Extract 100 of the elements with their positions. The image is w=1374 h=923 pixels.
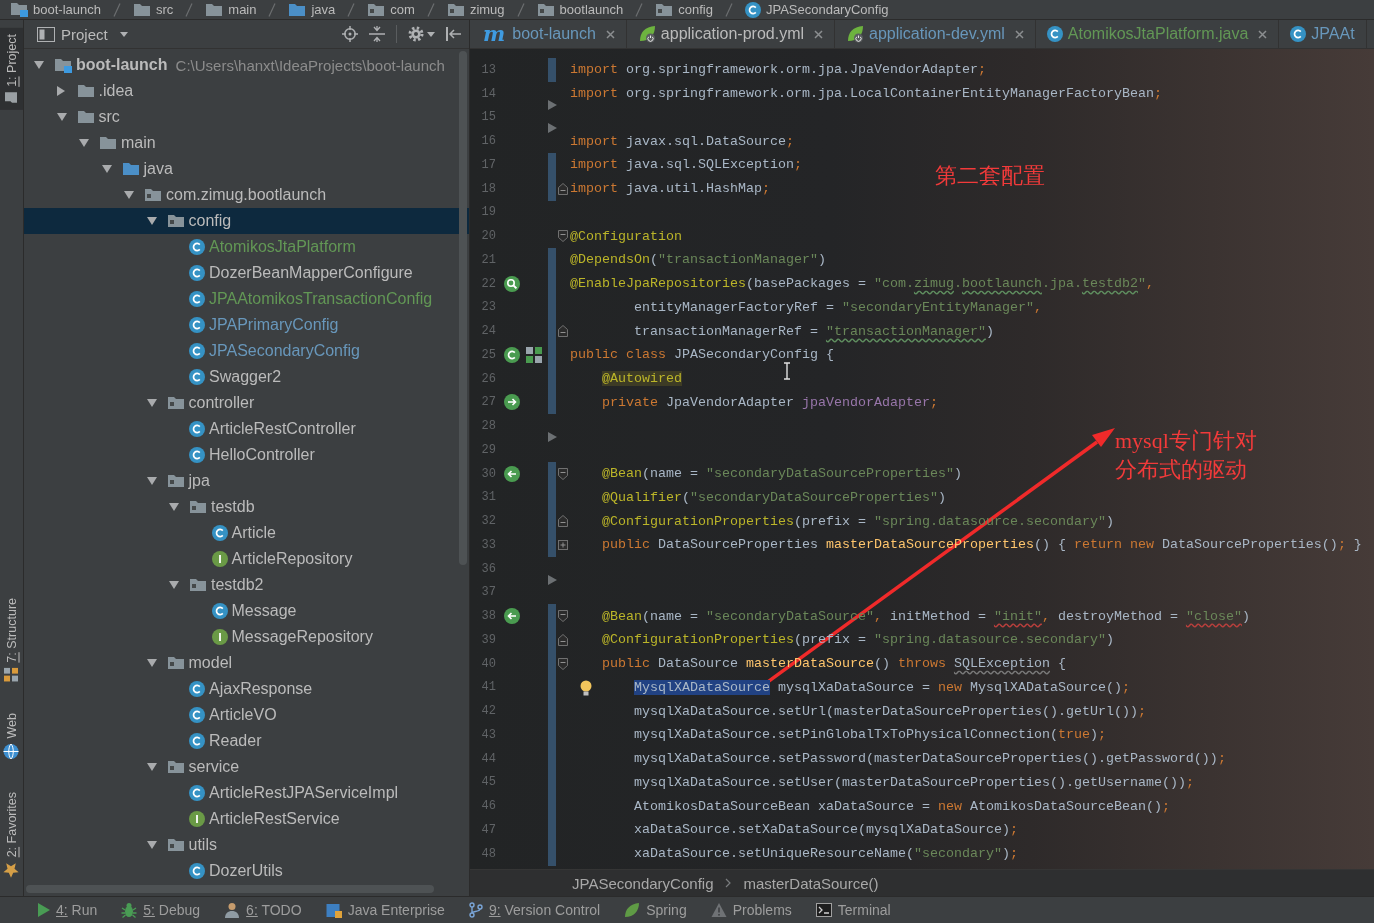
tree-item[interactable]: java	[24, 156, 469, 182]
tool-window-button[interactable]: Spring	[612, 897, 699, 923]
tree-item[interactable]: ArticleVO	[24, 702, 469, 728]
fold-minus-icon[interactable]	[558, 610, 568, 623]
triangle-marker-icon[interactable]	[548, 99, 557, 110]
editor-tab[interactable]: AtomikosJtaPlatform.java	[1035, 20, 1280, 48]
tree-item[interactable]: AjaxResponse	[24, 676, 469, 702]
breadcrumb-item[interactable]: config	[655, 2, 713, 17]
editor-tab[interactable]: JPAAt	[1279, 20, 1367, 48]
triangle-marker-icon[interactable]	[548, 432, 557, 442]
tree-item[interactable]: DozerUtils	[24, 858, 469, 884]
tool-window-button[interactable]: 5: Debug	[109, 897, 213, 923]
tree-item[interactable]: .idea	[24, 78, 469, 104]
close-icon[interactable]	[605, 29, 615, 39]
tree-item[interactable]: MessageRepository	[24, 624, 469, 650]
change-bar[interactable]	[548, 390, 556, 415]
tree-item[interactable]: ArticleRepository	[24, 546, 469, 572]
editor-tab[interactable]: application-prod.yml	[626, 20, 836, 48]
breadcrumb-item[interactable]: JPASecondaryConfig	[744, 1, 889, 18]
disclosure-triangle-icon[interactable]	[169, 581, 179, 589]
disclosure-triangle-icon[interactable]	[146, 477, 157, 485]
fold-minus-icon[interactable]	[558, 657, 568, 670]
tree-item[interactable]: main	[24, 130, 469, 156]
fold-minus-icon[interactable]	[558, 633, 568, 646]
tree-item[interactable]: utils	[24, 832, 469, 858]
close-icon[interactable]	[814, 29, 824, 39]
disclosure-triangle-icon[interactable]	[146, 763, 157, 771]
breadcrumb-item[interactable]: bootlaunch	[536, 2, 624, 17]
tree-item[interactable]: Article	[24, 520, 469, 546]
tool-window-button[interactable]: 4: Run	[26, 897, 110, 923]
tree-item[interactable]: DozerBeanMapperConfigure	[24, 260, 469, 286]
breadcrumb-item[interactable]: JPASecondaryConfig	[572, 874, 714, 892]
tree-item[interactable]: ArticleRestController	[24, 416, 469, 442]
tree-item[interactable]: src	[24, 104, 469, 130]
breadcrumb-item[interactable]: main	[205, 2, 257, 17]
disclosure-triangle-icon[interactable]	[146, 659, 157, 667]
disclosure-triangle-icon[interactable]	[79, 139, 89, 147]
tree-item[interactable]: JPAAtomikosTransactionConfig	[24, 286, 469, 312]
collapse-all-icon[interactable]	[369, 26, 385, 42]
tree-item[interactable]: JPASecondaryConfig	[24, 338, 469, 364]
tree-item[interactable]: config	[24, 208, 469, 234]
disclosure-triangle-icon[interactable]	[56, 113, 67, 121]
tool-window-tab[interactable]: 1: Project	[0, 28, 23, 110]
tool-window-button[interactable]: 9: Version Control	[456, 897, 613, 923]
tree-item[interactable]: service	[24, 754, 469, 780]
tool-window-button[interactable]: Terminal	[803, 897, 903, 923]
caret-icon[interactable]	[427, 31, 435, 37]
tool-window-button[interactable]: 6: TODO	[212, 897, 314, 923]
breadcrumb-item[interactable]: boot-launch	[10, 2, 101, 17]
close-icon[interactable]	[1258, 29, 1268, 39]
tool-window-tab[interactable]: Web	[0, 707, 23, 766]
disclosure-triangle-icon[interactable]	[146, 841, 157, 849]
breadcrumb-item[interactable]: com	[367, 2, 415, 17]
disclosure-triangle-icon[interactable]	[34, 61, 44, 69]
fold-minus-icon[interactable]	[558, 515, 568, 528]
tree-item[interactable]: JPAPrimaryConfig	[24, 312, 469, 338]
tree-item[interactable]: AtomikosJtaPlatform	[24, 234, 469, 260]
tree-item[interactable]: Reader	[24, 728, 469, 754]
disclosure-triangle-icon[interactable]	[146, 217, 157, 225]
tree-item[interactable]: boot-launch C:\Users\hanxt\IdeaProjects\boot-launch	[24, 52, 469, 78]
gear-icon[interactable]	[408, 26, 424, 42]
disclosure-triangle-icon[interactable]	[169, 503, 179, 511]
tree-item[interactable]: Swagger2	[24, 364, 469, 390]
tree-item[interactable]: HelloController	[24, 442, 469, 468]
tool-window-button[interactable]: Java Enterprise	[313, 897, 457, 923]
disclosure-triangle-icon[interactable]	[146, 399, 157, 407]
view-dropdown[interactable]: Project	[61, 25, 128, 43]
crosshair-icon[interactable]	[342, 26, 358, 42]
arrow-left-bar-icon[interactable]	[446, 27, 462, 41]
tree-item[interactable]: Message	[24, 598, 469, 624]
vertical-scrollbar[interactable]	[459, 51, 467, 565]
tool-window-tab[interactable]: 7: Structure	[0, 591, 23, 688]
tool-window-tab[interactable]: 2: Favorites	[0, 785, 23, 884]
tree-item[interactable]: ArticleRestService	[24, 806, 469, 832]
breadcrumb-item[interactable]: src	[132, 2, 174, 17]
breadcrumb-item[interactable]: java	[288, 2, 336, 17]
tree-item[interactable]: controller	[24, 390, 469, 416]
tree-item[interactable]: jpa	[24, 468, 469, 494]
editor-tab[interactable]: m boot-launch	[470, 20, 627, 48]
tree-item[interactable]: model	[24, 650, 469, 676]
tree-item[interactable]: testdb2	[24, 572, 469, 598]
disclosure-triangle-icon[interactable]	[101, 165, 112, 173]
breadcrumb-item[interactable]: zimug	[446, 2, 505, 17]
editor-tab[interactable]: application-dev.yml	[835, 20, 1036, 48]
fold-minus-icon[interactable]	[558, 325, 568, 338]
bean-search-icon[interactable]	[504, 275, 520, 292]
lightbulb-icon[interactable]	[580, 679, 592, 696]
fold-minus-icon[interactable]	[558, 230, 568, 243]
disclosure-triangle-icon[interactable]	[56, 86, 65, 96]
bean-class-icon[interactable]	[504, 346, 520, 363]
close-icon[interactable]	[1014, 29, 1024, 39]
fold-minus-icon[interactable]	[558, 182, 568, 195]
tree-item[interactable]: testdb	[24, 494, 469, 520]
tree-item[interactable]: ArticleRestJPAServiceImpl	[24, 780, 469, 806]
fold-minus-icon[interactable]	[558, 467, 568, 480]
tree-item[interactable]: com.zimug.bootlaunch	[24, 182, 469, 208]
tool-window-button[interactable]: Problems	[698, 897, 804, 923]
triangle-marker-icon[interactable]	[548, 574, 557, 585]
disclosure-triangle-icon[interactable]	[124, 191, 134, 199]
triangle-marker-icon[interactable]	[548, 123, 557, 134]
